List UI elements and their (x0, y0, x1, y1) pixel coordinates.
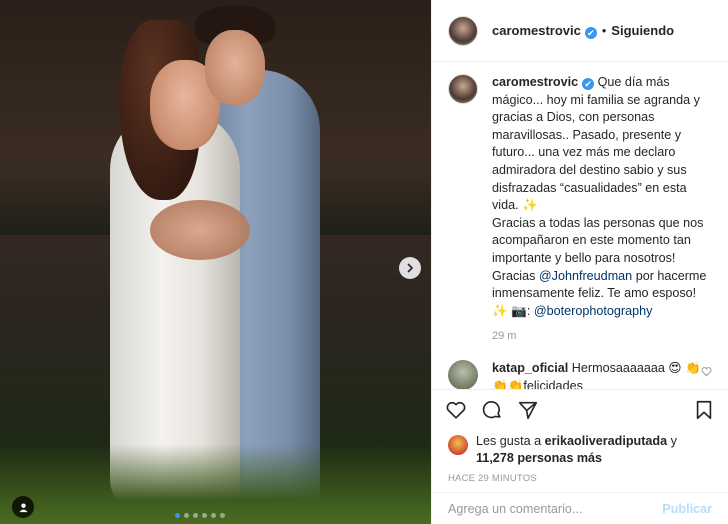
carousel-dot (184, 513, 189, 518)
carousel-dot (202, 513, 207, 518)
carousel-dot (220, 513, 225, 518)
comment-icon (482, 400, 501, 418)
separator-dot: • (601, 23, 607, 38)
likes-summary: Les gusta a erikaoliveradiputada y 11,27… (432, 429, 728, 467)
comment-like-button[interactable] (701, 366, 712, 380)
header-username[interactable]: caromestrovic ✔ (492, 23, 597, 39)
post-sidebar: caromestrovic ✔ • Siguiendo caromestrovic… (431, 0, 728, 524)
likes-prefix: Les gusta a (476, 434, 545, 448)
avatar[interactable] (448, 360, 478, 389)
caption-paragraph-3a: Gracias (492, 268, 539, 283)
post-photo[interactable] (0, 0, 431, 524)
photo-grass (0, 444, 431, 524)
carousel-dot (193, 513, 198, 518)
heart-icon (701, 367, 712, 377)
comment-username[interactable]: katap_oficial (492, 361, 568, 375)
user-tag-button[interactable] (12, 496, 34, 518)
share-button[interactable] (516, 398, 540, 422)
caption-paragraph-2: Gracias a todas las personas que nos aco… (492, 215, 704, 265)
photo-groom-face (205, 30, 265, 105)
liker-username[interactable]: erikaoliveradiputada (545, 434, 668, 448)
avatar[interactable] (448, 15, 478, 46)
comment-row: katap_oficial Hermosaaaaaaa 😍 👏👏👏felicid… (448, 360, 712, 389)
heart-icon (446, 401, 466, 419)
avatar[interactable] (448, 74, 478, 104)
likes-count[interactable]: 11,278 personas más (476, 451, 602, 465)
username-text[interactable]: caromestrovic (492, 23, 581, 38)
carousel-dot (211, 513, 216, 518)
caption-username[interactable]: caromestrovic (492, 75, 578, 89)
carousel-dot (175, 513, 180, 518)
following-button[interactable]: Siguiendo (611, 23, 674, 38)
verified-badge-icon: ✔ (582, 78, 595, 90)
caption-paragraph-4: ✨ 📷: (492, 303, 534, 318)
next-photo-button[interactable] (399, 257, 421, 279)
caption: caromestrovic ✔ Que día más mágico... hoy… (448, 74, 712, 320)
add-comment-bar: Publicar (432, 492, 728, 524)
post-header: caromestrovic ✔ • Siguiendo (432, 0, 728, 62)
bookmark-icon (696, 400, 712, 419)
likes-middle: y (667, 434, 677, 448)
likes-text: Les gusta a erikaoliveradiputada y 11,27… (476, 433, 712, 467)
caption-text: caromestrovic ✔ Que día más mágico... hoy… (492, 74, 712, 320)
comment-text: katap_oficial Hermosaaaaaaa 😍 👏👏👏felicid… (492, 360, 712, 389)
chevron-right-icon (407, 263, 414, 273)
caption-paragraph-1: Que día más mágico... hoy mi familia se … (492, 75, 700, 213)
carousel-dots (175, 513, 225, 518)
photo-embrace (150, 200, 250, 260)
user-tag-icon (18, 502, 28, 512)
comment-input[interactable] (448, 501, 663, 516)
share-icon (518, 401, 538, 419)
caption-timestamp[interactable]: 29 m (492, 330, 712, 342)
action-bar (432, 389, 728, 429)
mention-link[interactable]: @Johnfreudman (539, 269, 632, 283)
comments-section: caromestrovic ✔ Que día más mágico... hoy… (432, 62, 728, 389)
publish-button[interactable]: Publicar (662, 502, 712, 516)
like-button[interactable] (444, 398, 468, 422)
avatar[interactable] (448, 435, 468, 455)
verified-badge-icon: ✔ (584, 26, 597, 39)
instagram-post: caromestrovic ✔ • Siguiendo caromestrovic… (0, 0, 728, 524)
mention-link[interactable]: @boterophotography (534, 304, 653, 318)
save-button[interactable] (692, 398, 716, 422)
comment-button[interactable] (480, 398, 504, 422)
post-timestamp[interactable]: Hace 29 minutos (432, 467, 728, 492)
